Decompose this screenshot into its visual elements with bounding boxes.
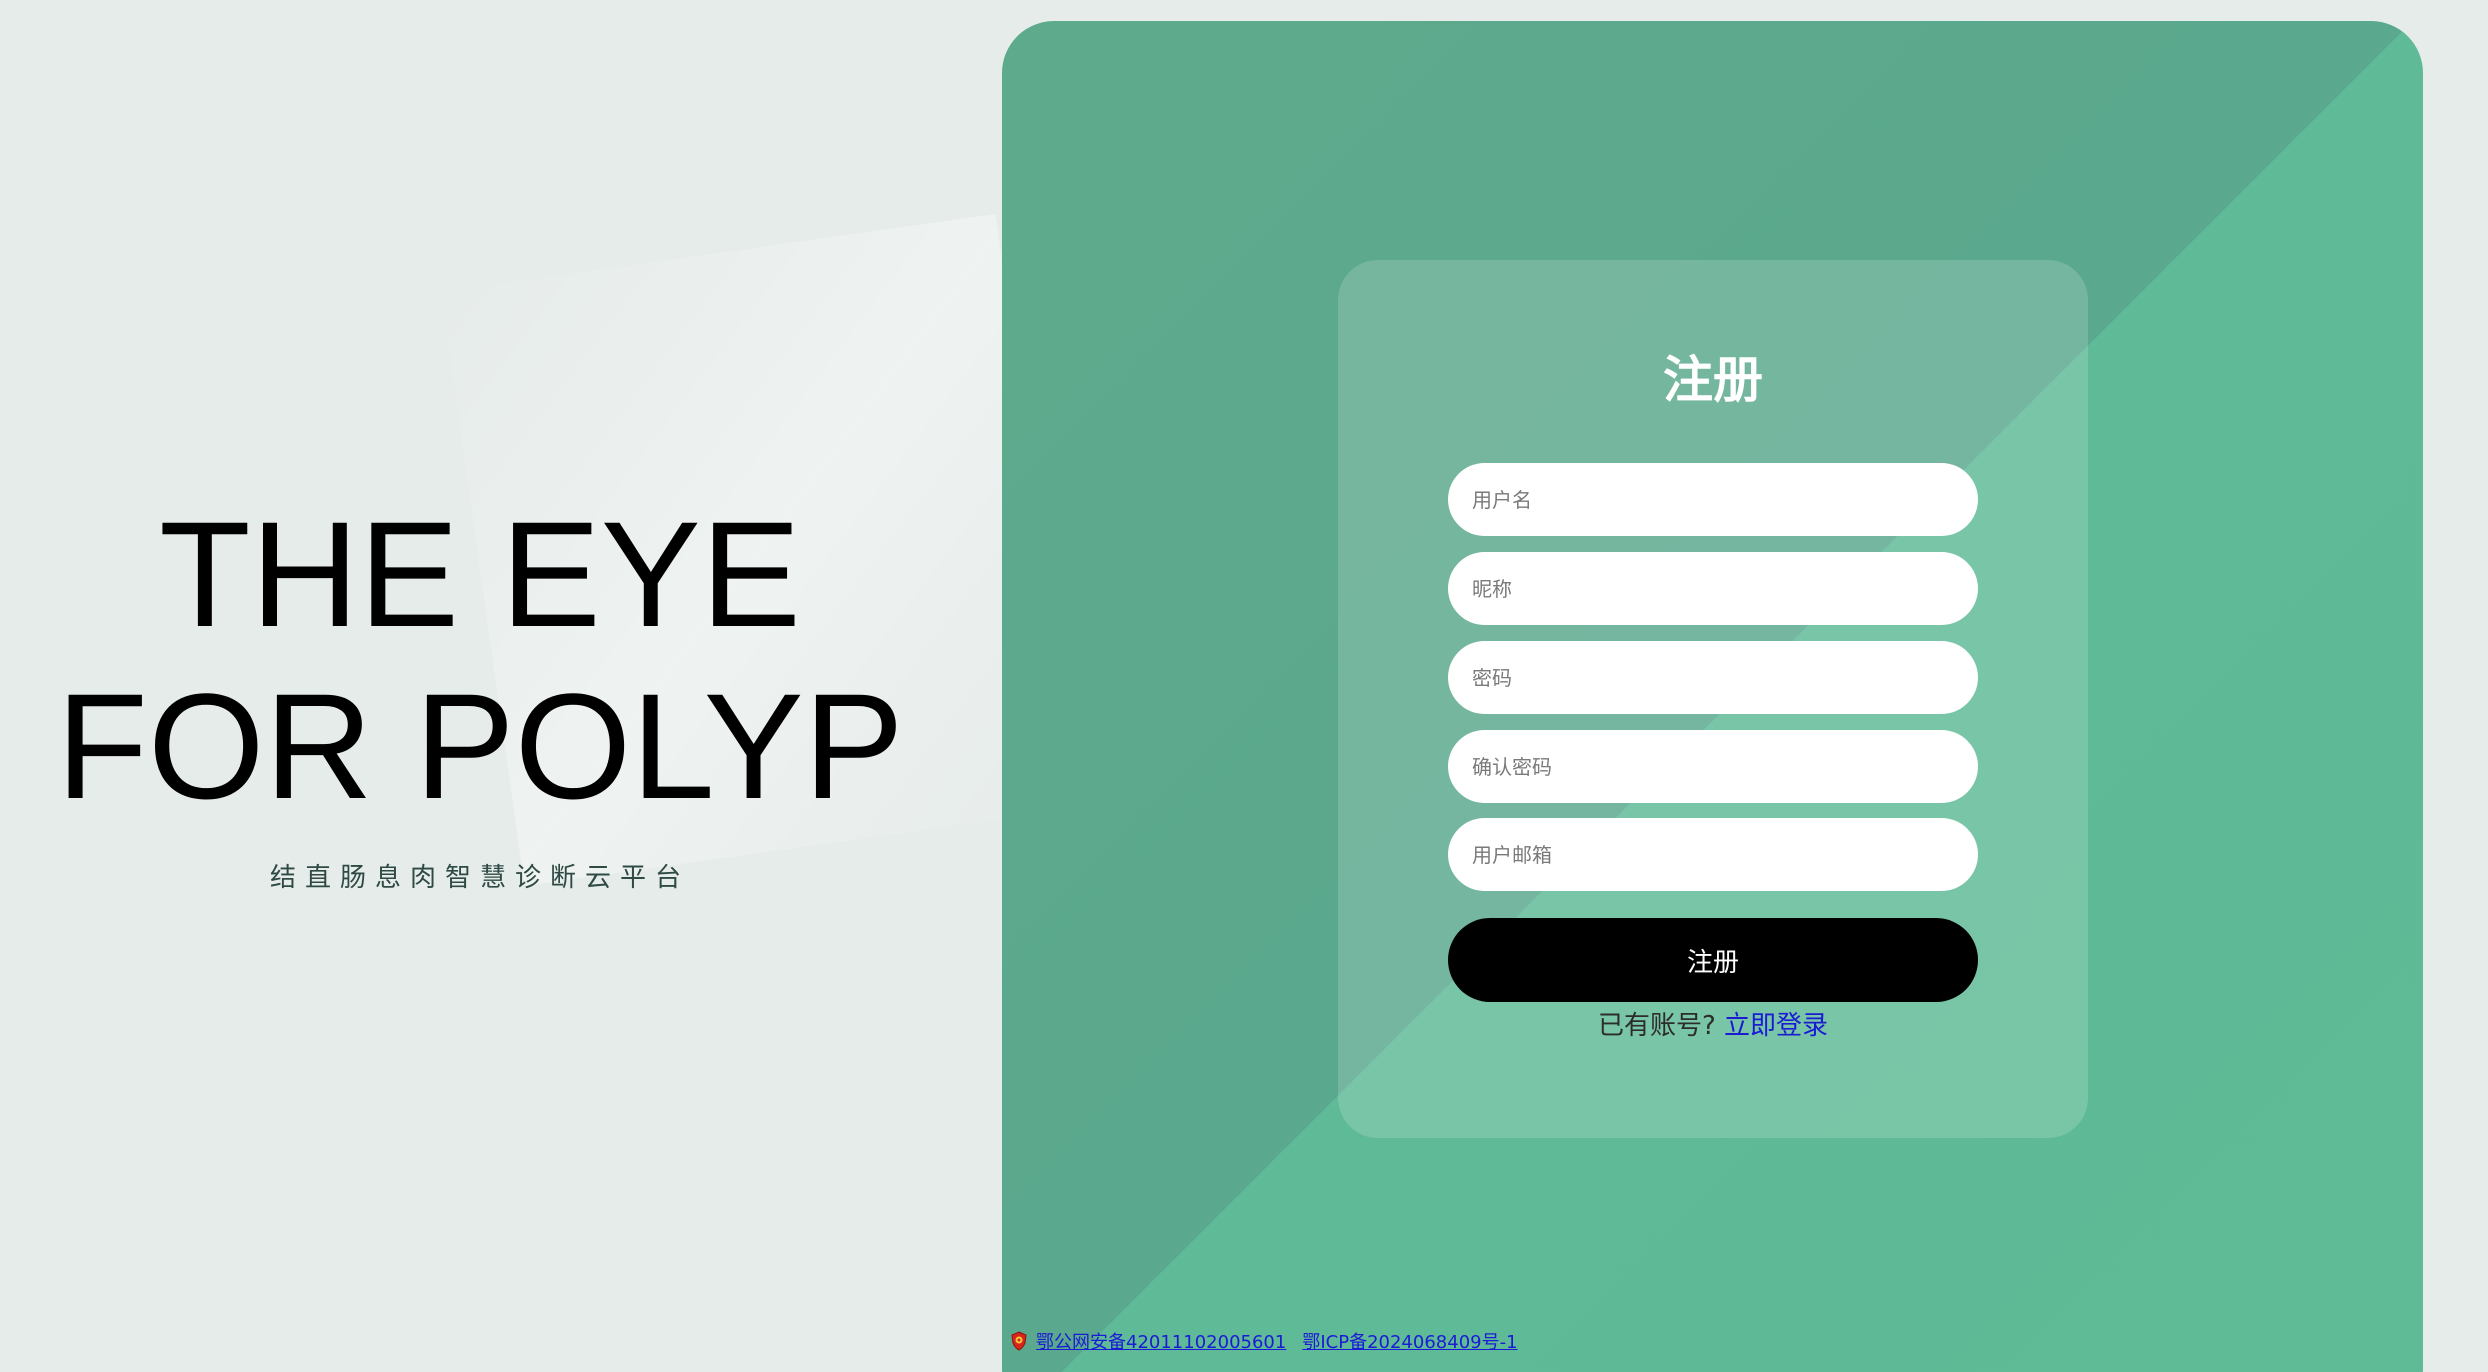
register-card: 注册 注册 已有账号? 立即登录 [1338,260,2088,1138]
brand-section: THE EYE FOR POLYP 结直肠息肉智慧诊断云平台 [0,0,1080,1372]
brand-title-line2: FOR POLYP [56,662,904,830]
register-panel: 注册 注册 已有账号? 立即登录 鄂公网安备42011102005601 鄂 [1002,21,2423,1372]
login-row: 已有账号? 立即登录 [1338,1006,2088,1046]
password-input[interactable] [1448,641,1978,714]
register-title: 注册 [1663,351,1763,409]
email-input[interactable] [1448,818,1978,891]
icp-record-link[interactable]: 鄂ICP备2024068409号-1 [1302,1328,1517,1354]
brand-subtitle: 结直肠息肉智慧诊断云平台 [269,863,690,893]
footer-records: 鄂公网安备42011102005601 鄂ICP备2024068409号-1 [1010,1328,1534,1354]
police-badge-icon [1010,1331,1028,1351]
login-link[interactable]: 立即登录 [1724,1011,1828,1041]
nickname-input[interactable] [1448,552,1978,625]
register-button[interactable]: 注册 [1448,918,1978,1002]
brand-title: THE EYE FOR POLYP [0,488,960,832]
login-prompt: 已有账号? [1597,1011,1716,1041]
confirm-password-input[interactable] [1448,730,1978,803]
brand-title-line1: THE EYE [159,490,801,658]
register-page: THE EYE FOR POLYP 结直肠息肉智慧诊断云平台 注册 注册 已有账… [0,0,2488,1372]
police-record-link[interactable]: 鄂公网安备42011102005601 [1036,1328,1286,1354]
username-input[interactable] [1448,463,1978,536]
